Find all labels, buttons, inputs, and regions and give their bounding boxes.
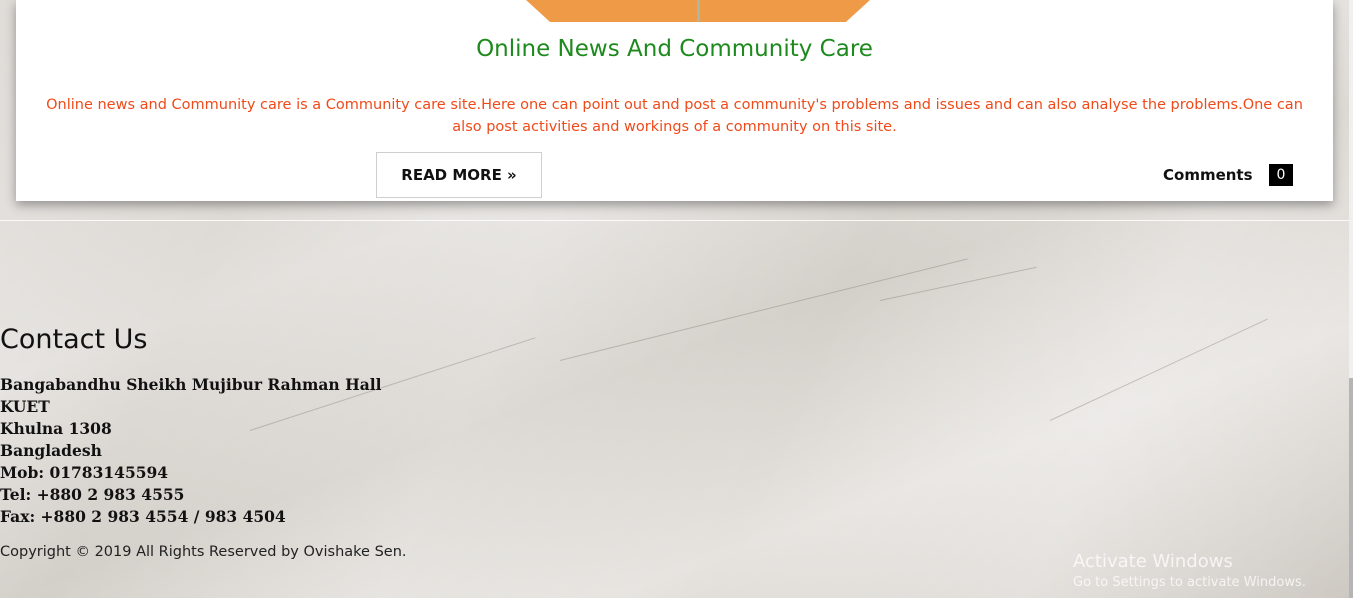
post-excerpt: Online news and Community care is a Comm…	[46, 97, 1303, 135]
page-scrollbar-thumb[interactable]	[1349, 378, 1353, 598]
read-more-button[interactable]: READ MORE »	[376, 152, 542, 198]
marble-vein	[1049, 318, 1268, 421]
activate-windows-watermark: Activate Windows Go to Settings to activ…	[1073, 551, 1306, 593]
copyright-text: Copyright © 2019 All Rights Reserved by …	[0, 544, 407, 560]
comments-info[interactable]: Comments 0	[1163, 164, 1294, 186]
marble-vein	[879, 266, 1037, 301]
contact-address: Bangabandhu Sheikh Mujibur Rahman Hall K…	[0, 374, 382, 528]
address-line-country: Bangladesh	[0, 441, 102, 460]
marble-vein	[559, 258, 968, 361]
post-title[interactable]: Online News And Community Care	[16, 36, 1333, 62]
post-card: Online News And Community Care Online ne…	[16, 0, 1333, 201]
comments-label: Comments	[1163, 166, 1253, 184]
address-line-telephone: Tel: +880 2 983 4555	[0, 485, 185, 504]
address-line-mobile: Mob: 01783145594	[0, 463, 169, 482]
comments-count-badge: 0	[1268, 164, 1294, 186]
watermark-title: Activate Windows	[1073, 551, 1233, 572]
address-line-fax: Fax: +880 2 983 4554 / 983 4504	[0, 507, 286, 526]
watermark-subtitle: Go to Settings to activate Windows.	[1073, 575, 1306, 590]
contact-title: Contact Us	[0, 324, 148, 355]
address-line-city: Khulna 1308	[0, 419, 112, 438]
address-line-hall: Bangabandhu Sheikh Mujibur Rahman Hall	[0, 375, 382, 394]
post-image-divider	[697, 0, 700, 22]
section-divider	[0, 220, 1349, 221]
address-line-university: KUET	[0, 397, 50, 416]
